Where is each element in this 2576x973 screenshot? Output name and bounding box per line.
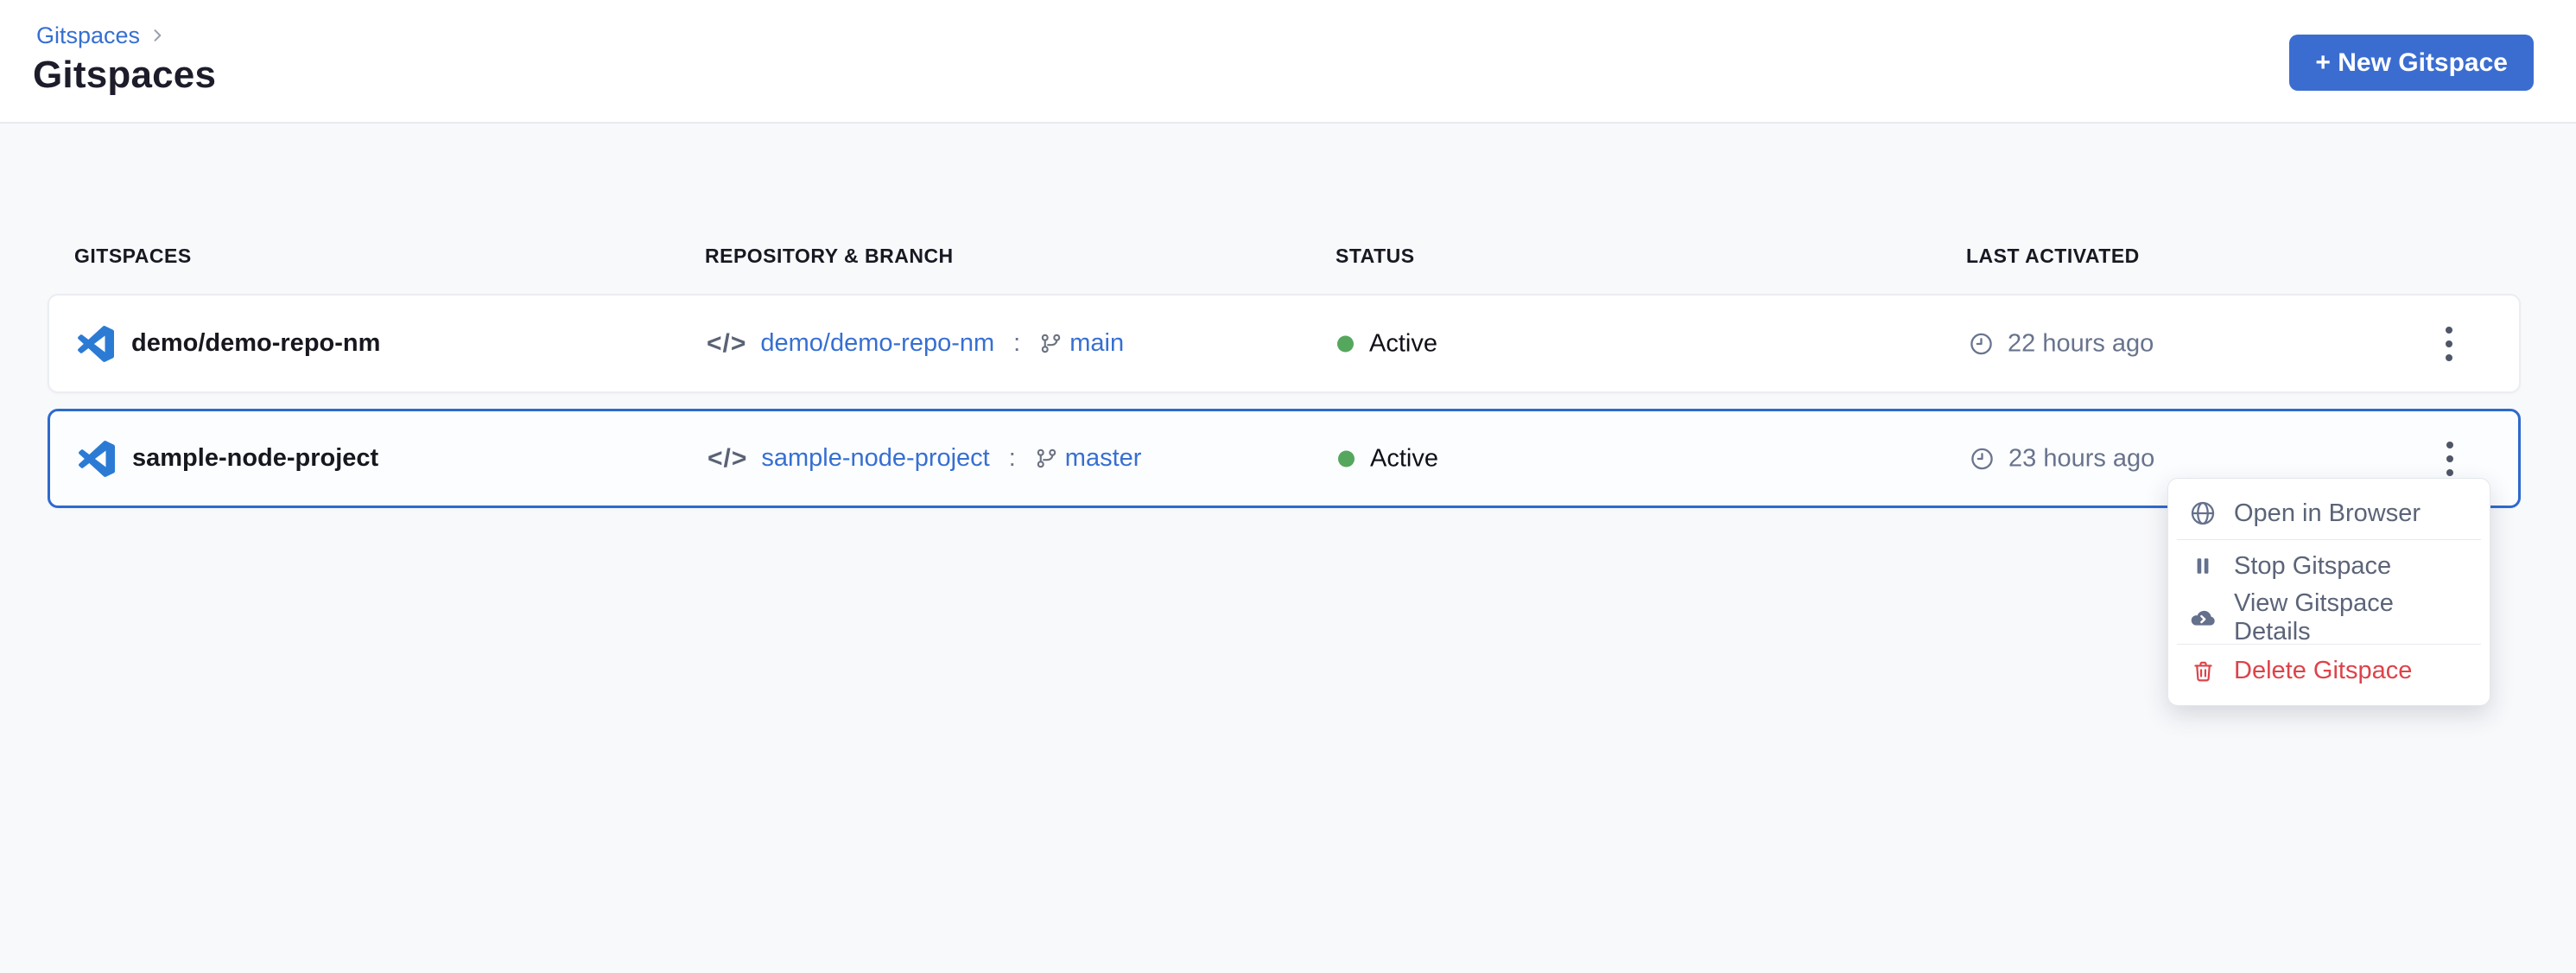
code-icon: </> xyxy=(707,444,747,474)
gitspace-name: sample-node-project xyxy=(132,444,378,473)
menu-item-label: Delete Gitspace xyxy=(2234,657,2412,685)
table-row[interactable]: demo/demo-repo-nm </> demo/demo-repo-nm … xyxy=(48,294,2521,393)
menu-item-open-in-browser[interactable]: Open in Browser xyxy=(2168,487,2490,539)
menu-item-label: Stop Gitspace xyxy=(2234,552,2391,581)
code-icon: </> xyxy=(707,329,746,359)
vscode-icon xyxy=(79,441,115,477)
repository-branch-cell: </> sample-node-project : master xyxy=(707,444,1141,474)
chevron-right-icon xyxy=(149,27,166,44)
repository-branch-cell: </> demo/demo-repo-nm : main xyxy=(707,329,1124,359)
colon-separator: : xyxy=(1013,329,1020,358)
pause-icon xyxy=(2189,552,2217,580)
repository-link[interactable]: demo/demo-repo-nm xyxy=(760,329,994,358)
status-active-dot xyxy=(1337,335,1354,352)
clock-icon xyxy=(1968,330,1995,357)
column-header-gitspaces: GITSPACES xyxy=(74,245,192,268)
last-activated-cell: 22 hours ago xyxy=(1968,329,2154,358)
status-text: Active xyxy=(1370,444,1438,473)
row-actions-menu-button[interactable] xyxy=(2425,309,2473,378)
vscode-icon xyxy=(78,326,114,362)
git-branch-icon xyxy=(1039,332,1063,355)
top-bar: Gitspaces Gitspaces + New Gitspace xyxy=(0,0,2576,124)
menu-item-stop-gitspace[interactable]: Stop Gitspace xyxy=(2168,540,2490,592)
status-active-dot xyxy=(1338,450,1355,467)
last-activated-text: 22 hours ago xyxy=(2008,329,2154,358)
last-activated-text: 23 hours ago xyxy=(2008,444,2154,473)
status-cell: Active xyxy=(1338,444,1438,473)
status-text: Active xyxy=(1369,329,1437,358)
trash-icon xyxy=(2189,657,2217,684)
git-branch-icon xyxy=(1035,447,1058,470)
status-cell: Active xyxy=(1337,329,1437,358)
column-header-status: STATUS xyxy=(1336,245,1415,268)
cloud-icon xyxy=(2189,604,2217,632)
branch-link[interactable]: main xyxy=(1069,329,1124,358)
menu-item-label: Open in Browser xyxy=(2234,499,2421,528)
gitspace-name: demo/demo-repo-nm xyxy=(131,329,380,358)
row-actions-context-menu: Open in Browser Stop Gitspace View Gitsp… xyxy=(2167,478,2490,706)
last-activated-cell: 23 hours ago xyxy=(1969,444,2154,473)
globe-icon xyxy=(2189,499,2217,527)
repository-link[interactable]: sample-node-project xyxy=(761,444,989,473)
column-header-repository-branch: REPOSITORY & BRANCH xyxy=(705,245,954,268)
menu-item-label: View Gitspace Details xyxy=(2234,589,2469,646)
branch-link[interactable]: master xyxy=(1065,444,1142,473)
clock-icon xyxy=(1969,445,1995,472)
gitspace-name-cell: demo/demo-repo-nm xyxy=(78,326,380,362)
breadcrumb: Gitspaces xyxy=(36,21,166,50)
menu-item-delete-gitspace[interactable]: Delete Gitspace xyxy=(2168,645,2490,696)
page-title: Gitspaces xyxy=(33,54,216,97)
gitspace-name-cell: sample-node-project xyxy=(79,441,378,477)
breadcrumb-link-gitspaces[interactable]: Gitspaces xyxy=(36,21,140,50)
gitspaces-page: Gitspaces Gitspaces + New Gitspace GITSP… xyxy=(0,0,2576,973)
new-gitspace-button[interactable]: + New Gitspace xyxy=(2289,35,2534,91)
colon-separator: : xyxy=(1009,444,1016,473)
column-header-last-activated: LAST ACTIVATED xyxy=(1966,245,2140,268)
menu-item-view-gitspace-details[interactable]: View Gitspace Details xyxy=(2168,592,2490,644)
table-row[interactable]: sample-node-project </> sample-node-proj… xyxy=(48,409,2521,508)
